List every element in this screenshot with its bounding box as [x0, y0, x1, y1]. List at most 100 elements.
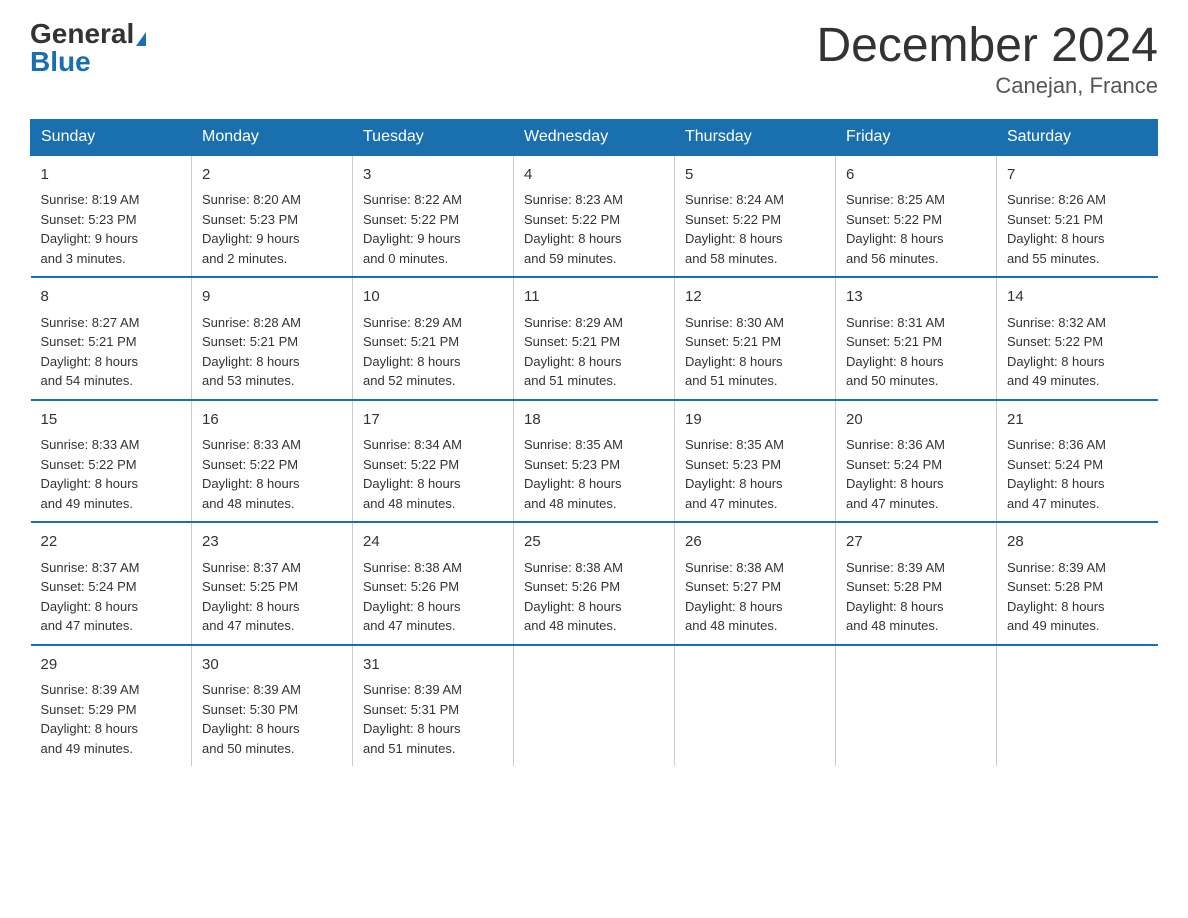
day-number: 28 [1007, 531, 1148, 554]
day-number: 2 [202, 164, 342, 187]
day-info: Sunrise: 8:23 AM Sunset: 5:22 PM Dayligh… [524, 190, 664, 268]
week-row-1: 1 Sunrise: 8:19 AM Sunset: 5:23 PM Daylig… [31, 155, 1158, 278]
day-cell-empty [997, 645, 1158, 767]
day-cell-14: 14 Sunrise: 8:32 AM Sunset: 5:22 PM Dayli… [997, 277, 1158, 400]
day-info: Sunrise: 8:39 AM Sunset: 5:29 PM Dayligh… [41, 680, 182, 758]
day-number: 20 [846, 409, 986, 432]
day-cell-13: 13 Sunrise: 8:31 AM Sunset: 5:21 PM Dayli… [836, 277, 997, 400]
calendar-header: SundayMondayTuesdayWednesdayThursdayFrid… [31, 119, 1158, 155]
day-number: 25 [524, 531, 664, 554]
day-info: Sunrise: 8:30 AM Sunset: 5:21 PM Dayligh… [685, 313, 825, 391]
day-cell-2: 2 Sunrise: 8:20 AM Sunset: 5:23 PM Daylig… [192, 155, 353, 278]
day-cell-7: 7 Sunrise: 8:26 AM Sunset: 5:21 PM Daylig… [997, 155, 1158, 278]
day-info: Sunrise: 8:24 AM Sunset: 5:22 PM Dayligh… [685, 190, 825, 268]
week-row-4: 22 Sunrise: 8:37 AM Sunset: 5:24 PM Dayli… [31, 522, 1158, 645]
day-number: 19 [685, 409, 825, 432]
day-number: 4 [524, 164, 664, 187]
calendar-body: 1 Sunrise: 8:19 AM Sunset: 5:23 PM Daylig… [31, 155, 1158, 767]
day-cell-18: 18Sunrise: 8:35 AM Sunset: 5:23 PM Dayli… [514, 400, 675, 523]
day-info: Sunrise: 8:37 AM Sunset: 5:25 PM Dayligh… [202, 558, 342, 636]
day-info: Sunrise: 8:33 AM Sunset: 5:22 PM Dayligh… [202, 435, 342, 513]
day-cell-30: 30Sunrise: 8:39 AM Sunset: 5:30 PM Dayli… [192, 645, 353, 767]
day-number: 27 [846, 531, 986, 554]
day-cell-25: 25 Sunrise: 8:38 AM Sunset: 5:26 PM Dayli… [514, 522, 675, 645]
day-cell-empty [514, 645, 675, 767]
day-cell-5: 5 Sunrise: 8:24 AM Sunset: 5:22 PM Daylig… [675, 155, 836, 278]
logo-line2: Blue [30, 48, 91, 76]
day-info: Sunrise: 8:39 AM Sunset: 5:30 PM Dayligh… [202, 680, 342, 758]
day-info: Sunrise: 8:35 AM Sunset: 5:23 PM Dayligh… [685, 435, 825, 513]
location: Canejan, France [816, 73, 1158, 99]
day-number: 13 [846, 286, 986, 309]
day-info: Sunrise: 8:29 AM Sunset: 5:21 PM Dayligh… [524, 313, 664, 391]
header-row: SundayMondayTuesdayWednesdayThursdayFrid… [31, 119, 1158, 155]
day-number: 21 [1007, 409, 1148, 432]
day-info: Sunrise: 8:33 AM Sunset: 5:22 PM Dayligh… [41, 435, 182, 513]
day-cell-26: 26Sunrise: 8:38 AM Sunset: 5:27 PM Dayli… [675, 522, 836, 645]
day-cell-27: 27 Sunrise: 8:39 AM Sunset: 5:28 PM Dayli… [836, 522, 997, 645]
day-cell-31: 31Sunrise: 8:39 AM Sunset: 5:31 PM Dayli… [353, 645, 514, 767]
title-block: December 2024 Canejan, France [816, 20, 1158, 99]
day-info: Sunrise: 8:38 AM Sunset: 5:26 PM Dayligh… [524, 558, 664, 636]
day-number: 1 [41, 164, 182, 187]
day-number: 12 [685, 286, 825, 309]
day-info: Sunrise: 8:38 AM Sunset: 5:26 PM Dayligh… [363, 558, 503, 636]
day-number: 17 [363, 409, 503, 432]
day-info: Sunrise: 8:20 AM Sunset: 5:23 PM Dayligh… [202, 190, 342, 268]
day-number: 22 [41, 531, 182, 554]
day-cell-24: 24 Sunrise: 8:38 AM Sunset: 5:26 PM Dayli… [353, 522, 514, 645]
day-info: Sunrise: 8:31 AM Sunset: 5:21 PM Dayligh… [846, 313, 986, 391]
day-number: 3 [363, 164, 503, 187]
header-day-saturday: Saturday [997, 119, 1158, 155]
day-cell-22: 22 Sunrise: 8:37 AM Sunset: 5:24 PM Dayli… [31, 522, 192, 645]
day-cell-empty [836, 645, 997, 767]
day-cell-10: 10Sunrise: 8:29 AM Sunset: 5:21 PM Dayli… [353, 277, 514, 400]
logo-general-text: General [30, 18, 134, 49]
day-info: Sunrise: 8:19 AM Sunset: 5:23 PM Dayligh… [41, 190, 182, 268]
day-number: 10 [363, 286, 503, 309]
day-info: Sunrise: 8:39 AM Sunset: 5:28 PM Dayligh… [1007, 558, 1148, 636]
day-cell-3: 3Sunrise: 8:22 AM Sunset: 5:22 PM Daylig… [353, 155, 514, 278]
day-number: 16 [202, 409, 342, 432]
day-cell-empty [675, 645, 836, 767]
day-cell-28: 28 Sunrise: 8:39 AM Sunset: 5:28 PM Dayli… [997, 522, 1158, 645]
header-day-friday: Friday [836, 119, 997, 155]
header-day-monday: Monday [192, 119, 353, 155]
day-cell-29: 29Sunrise: 8:39 AM Sunset: 5:29 PM Dayli… [31, 645, 192, 767]
day-info: Sunrise: 8:26 AM Sunset: 5:21 PM Dayligh… [1007, 190, 1148, 268]
day-number: 14 [1007, 286, 1148, 309]
day-cell-4: 4 Sunrise: 8:23 AM Sunset: 5:22 PM Daylig… [514, 155, 675, 278]
day-info: Sunrise: 8:36 AM Sunset: 5:24 PM Dayligh… [846, 435, 986, 513]
day-cell-15: 15 Sunrise: 8:33 AM Sunset: 5:22 PM Dayli… [31, 400, 192, 523]
day-cell-6: 6Sunrise: 8:25 AM Sunset: 5:22 PM Daylig… [836, 155, 997, 278]
day-number: 24 [363, 531, 503, 554]
logo-blue-text: Blue [30, 46, 91, 77]
day-number: 23 [202, 531, 342, 554]
day-number: 31 [363, 654, 503, 677]
day-number: 5 [685, 164, 825, 187]
day-info: Sunrise: 8:39 AM Sunset: 5:28 PM Dayligh… [846, 558, 986, 636]
day-number: 11 [524, 286, 664, 309]
logo: General Blue [30, 20, 146, 76]
day-info: Sunrise: 8:25 AM Sunset: 5:22 PM Dayligh… [846, 190, 986, 268]
day-info: Sunrise: 8:37 AM Sunset: 5:24 PM Dayligh… [41, 558, 182, 636]
calendar-table: SundayMondayTuesdayWednesdayThursdayFrid… [30, 119, 1158, 767]
header-day-tuesday: Tuesday [353, 119, 514, 155]
day-info: Sunrise: 8:32 AM Sunset: 5:22 PM Dayligh… [1007, 313, 1148, 391]
header-day-sunday: Sunday [31, 119, 192, 155]
day-info: Sunrise: 8:36 AM Sunset: 5:24 PM Dayligh… [1007, 435, 1148, 513]
day-cell-23: 23 Sunrise: 8:37 AM Sunset: 5:25 PM Dayli… [192, 522, 353, 645]
day-info: Sunrise: 8:35 AM Sunset: 5:23 PM Dayligh… [524, 435, 664, 513]
day-cell-17: 17Sunrise: 8:34 AM Sunset: 5:22 PM Dayli… [353, 400, 514, 523]
day-number: 7 [1007, 164, 1148, 187]
day-info: Sunrise: 8:27 AM Sunset: 5:21 PM Dayligh… [41, 313, 182, 391]
page-header: General Blue December 2024 Canejan, Fran… [30, 20, 1158, 99]
day-cell-9: 9 Sunrise: 8:28 AM Sunset: 5:21 PM Daylig… [192, 277, 353, 400]
day-number: 15 [41, 409, 182, 432]
day-info: Sunrise: 8:28 AM Sunset: 5:21 PM Dayligh… [202, 313, 342, 391]
day-cell-1: 1 Sunrise: 8:19 AM Sunset: 5:23 PM Daylig… [31, 155, 192, 278]
day-info: Sunrise: 8:38 AM Sunset: 5:27 PM Dayligh… [685, 558, 825, 636]
day-cell-20: 20 Sunrise: 8:36 AM Sunset: 5:24 PM Dayli… [836, 400, 997, 523]
day-cell-21: 21 Sunrise: 8:36 AM Sunset: 5:24 PM Dayli… [997, 400, 1158, 523]
day-number: 9 [202, 286, 342, 309]
